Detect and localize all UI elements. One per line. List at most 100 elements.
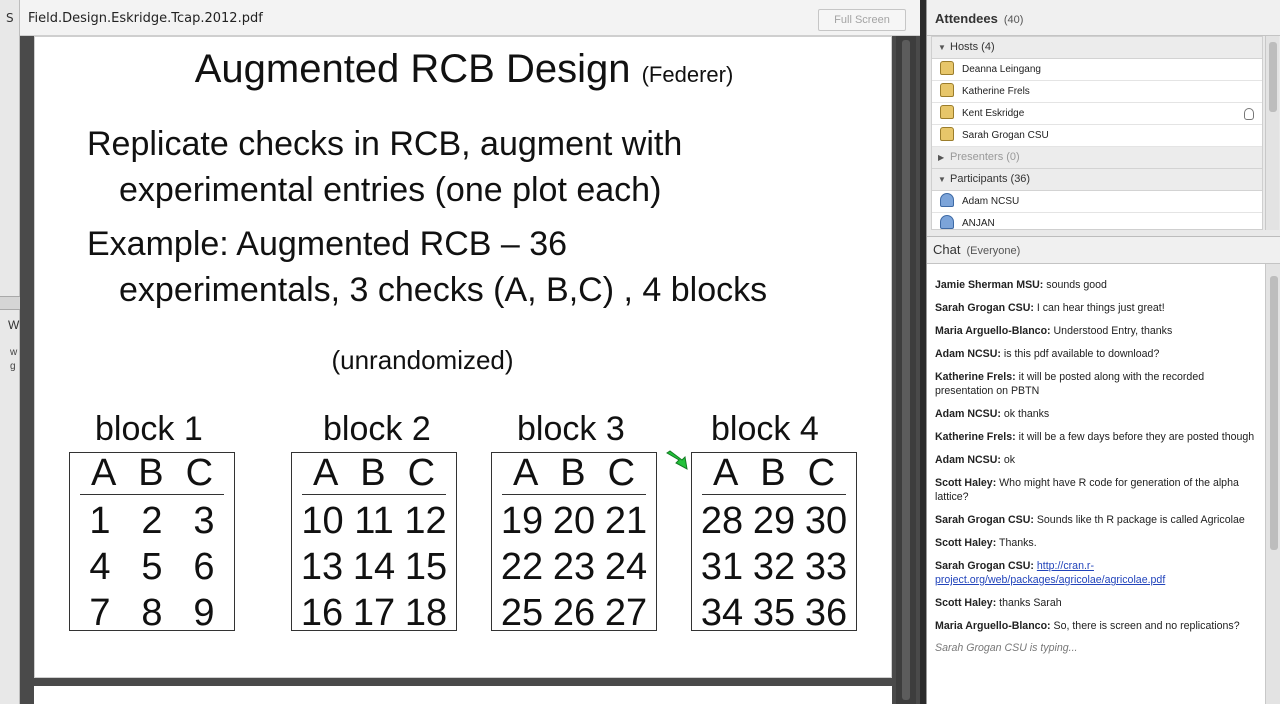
attendees-count: (40) <box>1003 14 1024 26</box>
check-label: A <box>712 452 739 494</box>
plot-number: 3 <box>193 500 215 542</box>
slide-title-suffix: (Federer) <box>641 62 734 87</box>
attendee-name: ANJAN <box>962 218 995 229</box>
check-label: B <box>138 452 164 494</box>
chat-messages: Jamie Sherman MSU: sounds good Sarah Gro… <box>927 264 1265 704</box>
attendee-name: Deanna Leingang <box>962 64 1041 75</box>
chat-message: Sarah Grogan CSU: Sounds like th R packa… <box>935 513 1265 527</box>
chat-text: Thanks. <box>996 537 1037 549</box>
side-panels: Attendees (40) ▼ Hosts (4) Deanna Leingang… <box>926 0 1280 704</box>
block-grid: A B C 19 20 21 22 23 24 25 26 27 <box>491 452 657 634</box>
bullet1-line2: experimental entries (one plot each) <box>119 171 662 209</box>
presentation-pane: Field.Design.Eskridge.Tcap.2012.pdf Full… <box>20 0 920 704</box>
block-grid: A B C 28 29 30 31 32 33 34 35 36 <box>691 452 857 633</box>
chat-message: Adam NCSU: ok thanks <box>935 407 1265 421</box>
plot-number: 15 <box>404 546 448 588</box>
chat-scrollbar-thumb[interactable] <box>1270 276 1278 550</box>
attendee-row[interactable]: Adam NCSU <box>932 191 1262 213</box>
attendee-row[interactable]: Sarah Grogan CSU <box>932 125 1262 147</box>
plot-row: 16 17 18 <box>296 593 452 633</box>
slide-bullet-2: Example: Augmented RCB – 36 experimental… <box>87 221 767 313</box>
check-label: A <box>90 452 117 494</box>
plot-row: 31 32 33 <box>696 547 852 587</box>
attendees-scrollbar[interactable] <box>1265 36 1279 230</box>
bullet1-line1: Replicate checks in RCB, augment with <box>87 125 683 163</box>
presentation-titlebar: Field.Design.Eskridge.Tcap.2012.pdf Full… <box>20 0 920 36</box>
presentation-scrollbar-thumb[interactable] <box>902 40 910 700</box>
chat-message: Adam NCSU: is this pdf available to down… <box>935 347 1265 361</box>
chat-sender: Katherine Frels: <box>935 431 1016 443</box>
block-grid: A B C 1 2 3 4 5 6 7 8 9 <box>69 453 235 633</box>
chat-sender: Scott Haley: <box>935 597 997 609</box>
plot-row: 19 20 21 <box>496 501 652 541</box>
chat-sender: Scott Haley: <box>935 477 997 489</box>
checks-header: A B C <box>80 453 224 495</box>
attendee-row[interactable]: Katherine Frels <box>932 81 1262 103</box>
chat-header[interactable]: Chat (Everyone) <box>927 236 1280 264</box>
full-screen-button[interactable]: Full Screen <box>818 9 906 31</box>
attendee-row[interactable]: Kent Eskridge <box>932 103 1262 125</box>
attendee-name: Kent Eskridge <box>962 108 1025 119</box>
hosts-group-label: Hosts (4) <box>950 41 995 53</box>
chat-scope: (Everyone) <box>966 245 1021 257</box>
chat-sender: Maria Arguello-Blanco: <box>935 620 1051 632</box>
hosts-group[interactable]: ▼ Hosts (4) <box>932 37 1262 59</box>
check-label: B <box>760 452 786 494</box>
chat-text: ok thanks <box>1000 408 1050 420</box>
plot-number: 28 <box>700 500 744 542</box>
chat-message: Katherine Frels: it will be a few days b… <box>935 430 1265 444</box>
chat-message: Maria Arguello-Blanco: So, there is scre… <box>935 619 1265 633</box>
attendee-row[interactable]: ANJAN <box>932 213 1262 229</box>
attendees-scrollbar-thumb[interactable] <box>1269 42 1277 112</box>
plot-number: 12 <box>404 500 447 542</box>
block-label: block 1 <box>69 409 235 453</box>
chat-sender: Adam NCSU: <box>935 348 1001 360</box>
check-label: C <box>807 452 836 494</box>
chat-scrollbar[interactable] <box>1265 264 1280 704</box>
chat-message: Scott Haley: thanks Sarah <box>935 596 1265 610</box>
participant-icon <box>940 193 954 208</box>
participants-group-label: Participants (36) <box>950 173 1031 185</box>
plot-number: 32 <box>752 546 796 588</box>
block-label: block 3 <box>491 409 657 453</box>
plot-number: 21 <box>604 500 648 542</box>
plot-number: 20 <box>552 500 596 542</box>
plot-number: 1 <box>89 500 111 542</box>
document-file-name: Field.Design.Eskridge.Tcap.2012.pdf <box>28 11 263 26</box>
slide-note: (unrandomized) <box>331 345 514 375</box>
plot-row: 34 35 36 <box>696 593 852 633</box>
host-icon <box>940 105 954 120</box>
chat-text: thanks Sarah <box>996 597 1062 609</box>
plot-row: 4 5 6 <box>74 547 230 587</box>
participants-group[interactable]: ▼ Participants (36) <box>932 169 1262 191</box>
background-window-text: w g <box>10 347 18 372</box>
chat-text: it will be a few days before they are po… <box>1015 431 1255 443</box>
chat-title-text: Chat <box>933 242 961 257</box>
plot-number: 5 <box>141 546 163 588</box>
plot-row: 22 23 24 <box>496 547 652 587</box>
bullet2-line2: experimentals, 3 checks (A, B,C) , 4 blo… <box>119 271 768 309</box>
chat-text: Sounds like th R package is called Agric… <box>1033 514 1245 526</box>
check-label: C <box>607 452 636 494</box>
chat-title: Chat (Everyone) <box>933 242 1020 257</box>
plot-number: 11 <box>354 500 394 542</box>
attendees-header[interactable]: Attendees (40) <box>927 0 1280 36</box>
attendee-row[interactable]: Deanna Leingang <box>932 59 1262 81</box>
chat-sender: Katherine Frels: <box>935 371 1016 383</box>
chat-text: ok <box>1000 454 1016 466</box>
presentation-scrollbar[interactable] <box>896 36 916 704</box>
attendees-title-text: Attendees <box>935 11 998 26</box>
chat-sender: Sarah Grogan CSU: <box>935 514 1034 526</box>
plot-number: 27 <box>604 592 648 634</box>
chat-message: Sarah Grogan CSU: I can hear things just… <box>935 301 1265 315</box>
plot-number: 16 <box>300 592 344 634</box>
plot-number: 30 <box>804 500 848 542</box>
presenters-group[interactable]: ▶ Presenters (0) <box>932 147 1262 169</box>
host-icon <box>940 127 954 142</box>
chat-message: Katherine Frels: it will be posted along… <box>935 370 1265 398</box>
chat-text: is this pdf available to download? <box>1000 348 1160 360</box>
next-slide-edge <box>34 686 892 704</box>
plot-number: 14 <box>352 546 396 588</box>
plot-row: 1 2 3 <box>74 501 230 541</box>
block-grid: A B C 10 11 12 13 14 15 16 17 18 <box>291 453 457 633</box>
